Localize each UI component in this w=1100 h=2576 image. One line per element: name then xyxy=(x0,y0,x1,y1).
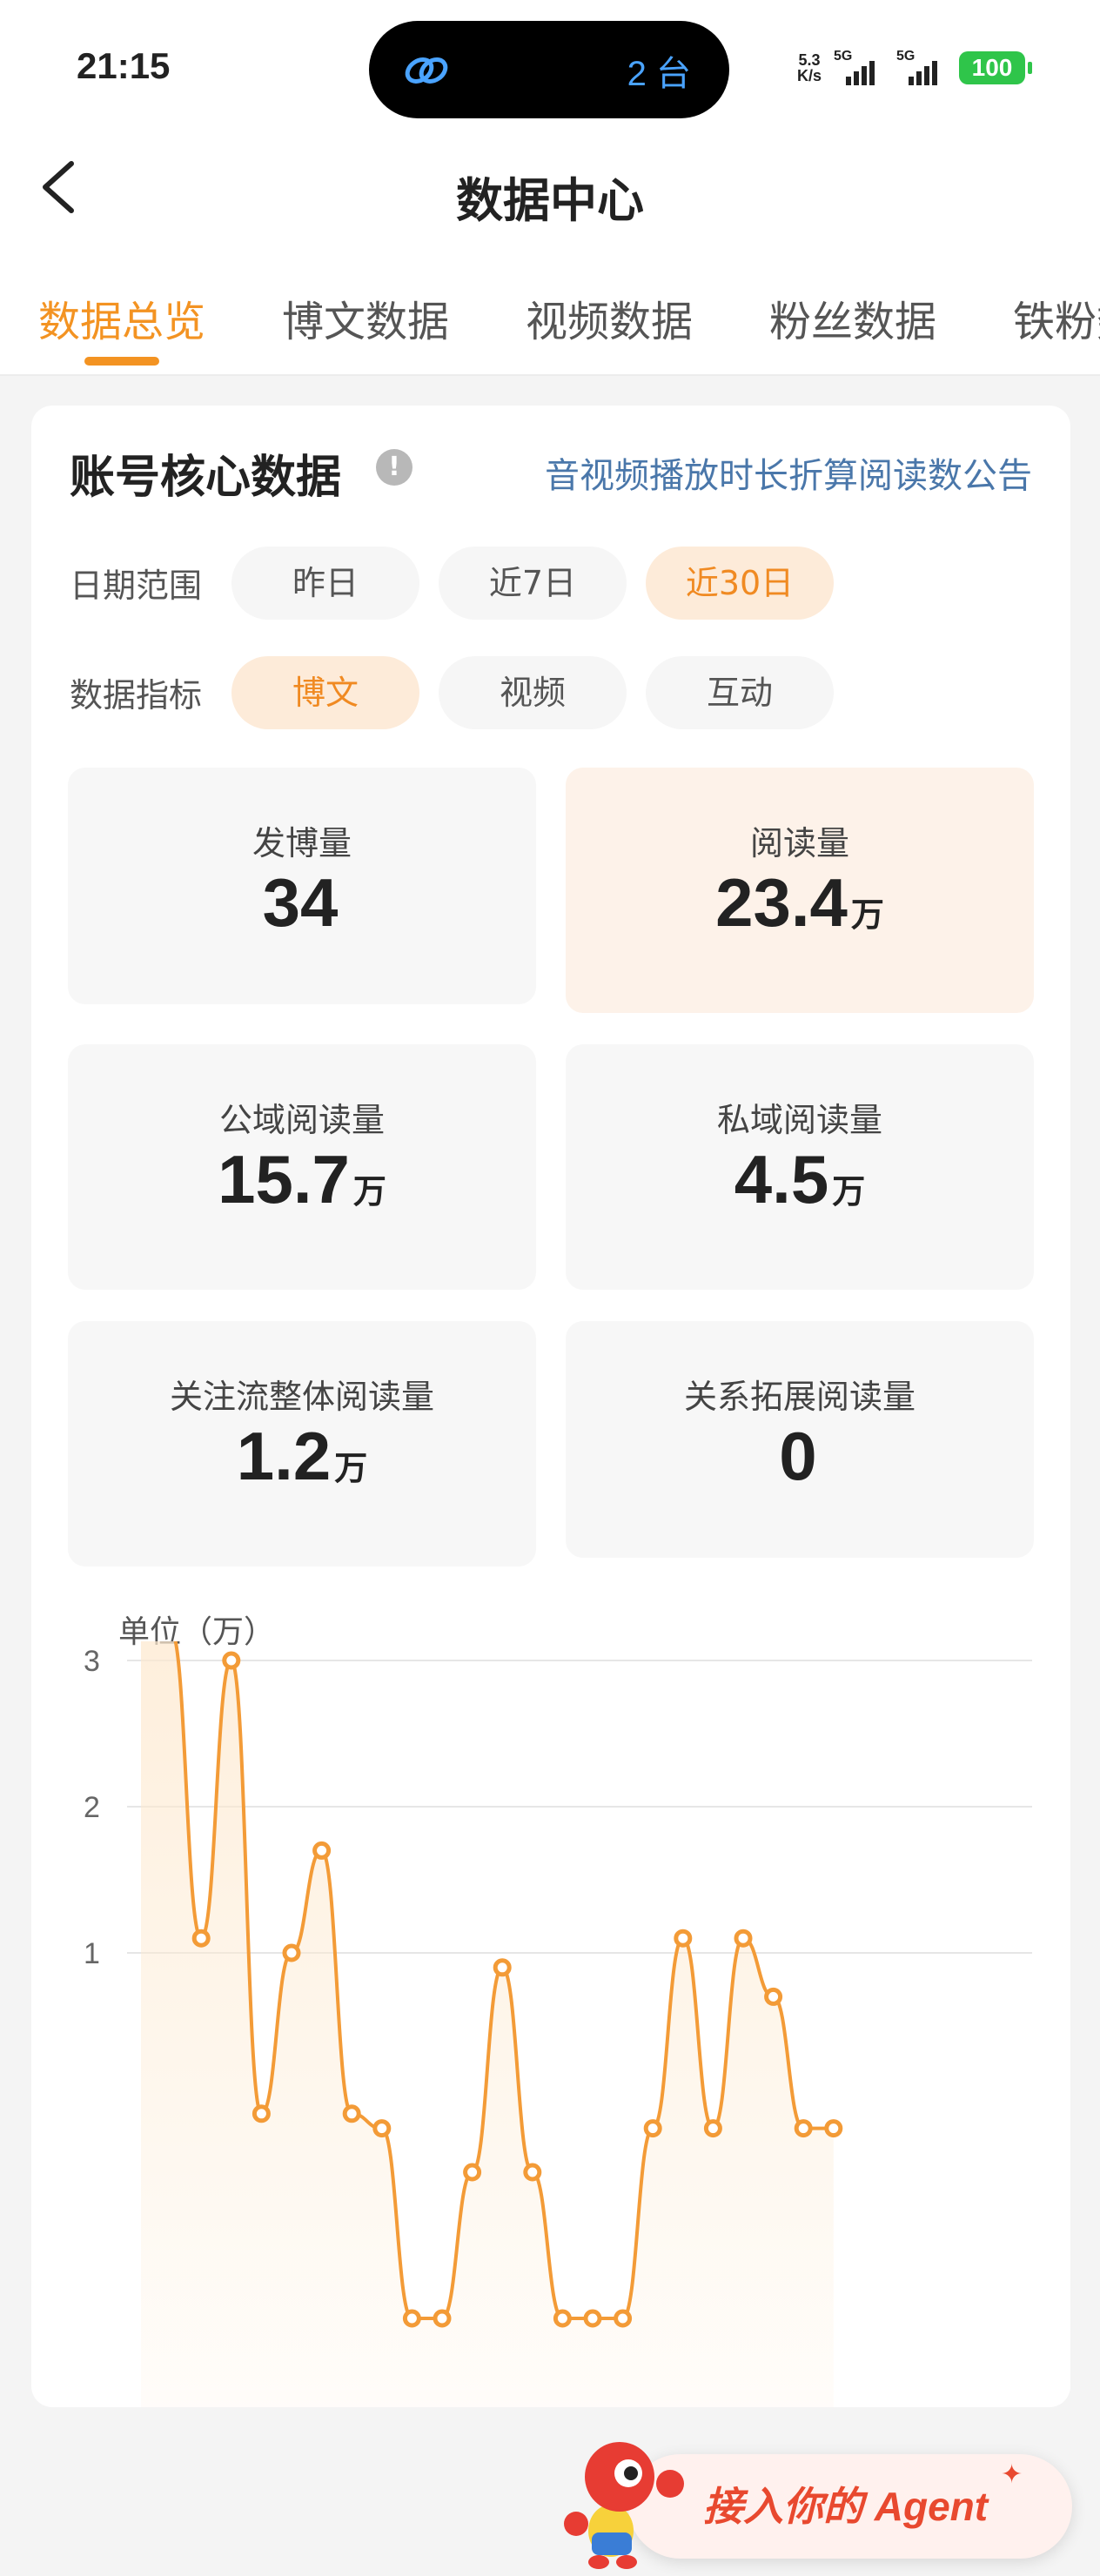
active-tab-indicator xyxy=(84,357,159,366)
metric-value: 0 xyxy=(566,1417,1034,1496)
tab-fans-data[interactable]: 粉丝数据 xyxy=(769,287,936,348)
metric-chip-video[interactable]: 视频 xyxy=(439,656,627,729)
tab-bar: 数据总览 博文数据 视频数据 粉丝数据 铁粉数据 xyxy=(0,244,1100,376)
data-point[interactable] xyxy=(824,2119,843,2138)
metric-card-posts[interactable]: 发博量 34 xyxy=(68,768,536,1004)
data-point[interactable] xyxy=(282,1943,301,1962)
metric-card-follow-feed-reads[interactable]: 关注流整体阅读量 1.2 万 xyxy=(68,1321,536,1566)
data-point[interactable] xyxy=(312,1841,332,1860)
metric-number: 15.7 xyxy=(218,1141,350,1218)
system-indicators: 5.3 K/s 5G 5G 100 xyxy=(797,49,1032,87)
data-point[interactable] xyxy=(764,1987,783,2006)
data-point[interactable] xyxy=(342,2104,361,2123)
agent-entry-button[interactable]: 接入你的 Agent ✦ xyxy=(559,2428,1072,2569)
metric-number: 23.4 xyxy=(715,864,848,941)
signal-type-label: 5G xyxy=(834,49,853,64)
metric-number: 34 xyxy=(262,864,339,941)
agent-label: 接入你的 Agent xyxy=(703,2484,989,2529)
info-icon[interactable]: ! xyxy=(376,449,412,486)
metric-value: 34 xyxy=(68,863,536,943)
signal-icon: 5G xyxy=(896,49,947,85)
signal-type-label: 5G xyxy=(896,49,916,64)
metric-card-public-reads[interactable]: 公域阅读量 15.7 万 xyxy=(68,1044,536,1290)
date-chip-7days[interactable]: 近7日 xyxy=(439,547,627,620)
sparkle-icon: ✦ xyxy=(1001,2459,1023,2490)
metric-card-reads[interactable]: 阅读量 23.4 万 xyxy=(566,768,1034,1013)
metric-number: 0 xyxy=(779,1418,817,1494)
data-point[interactable] xyxy=(463,2163,482,2182)
metric-unit: 万 xyxy=(832,1174,866,1211)
data-point[interactable] xyxy=(433,2309,452,2328)
date-range-label: 日期范围 xyxy=(70,567,203,605)
data-point[interactable] xyxy=(794,2119,813,2138)
net-speed-unit: K/s xyxy=(796,67,822,84)
metric-value: 23.4 万 xyxy=(566,863,1034,943)
metric-unit: 万 xyxy=(850,897,884,934)
metric-label: 公域阅读量 xyxy=(218,1101,385,1139)
data-point[interactable] xyxy=(734,1929,753,1948)
tab-iron-fans-data[interactable]: 铁粉数据 xyxy=(1013,287,1100,348)
battery-icon: 100 xyxy=(959,51,1032,84)
net-speed-value: 5.3 xyxy=(798,51,821,69)
data-point[interactable] xyxy=(674,1929,693,1948)
metric-card-private-reads[interactable]: 私域阅读量 4.5 万 xyxy=(566,1044,1034,1290)
status-bar: 21:15 2 台 5.3 K/s 5G 5G 100 xyxy=(0,0,1100,131)
metric-label: 阅读量 xyxy=(749,824,849,862)
metric-label: 关注流整体阅读量 xyxy=(169,1378,434,1416)
metric-chip-posts[interactable]: 博文 xyxy=(231,656,419,729)
metric-value: 4.5 万 xyxy=(566,1140,1034,1219)
net-speed: 5.3 K/s xyxy=(797,52,822,84)
data-point[interactable] xyxy=(493,1958,512,1977)
metric-type-label: 数据指标 xyxy=(70,676,203,714)
notice-link[interactable]: 音视频播放时长折算阅读数公告 xyxy=(545,447,1032,498)
y-tick-label: 3 xyxy=(84,1645,100,1678)
data-point[interactable] xyxy=(523,2163,542,2182)
data-point[interactable] xyxy=(553,2309,572,2328)
metric-number: 4.5 xyxy=(734,1141,829,1218)
core-data-card: 账号核心数据 ! 音视频播放时长折算阅读数公告 日期范围 昨日 近7日 近30日… xyxy=(31,406,1072,2569)
data-point[interactable] xyxy=(402,2309,421,2328)
data-point[interactable] xyxy=(372,2119,392,2138)
mascot-icon xyxy=(564,2442,684,2569)
metric-label: 关系拓展阅读量 xyxy=(683,1378,916,1416)
metric-label: 发博量 xyxy=(252,824,352,862)
tab-overview[interactable]: 数据总览 xyxy=(38,287,205,348)
tab-video-data[interactable]: 视频数据 xyxy=(526,287,693,348)
trend-chart[interactable]: 54321 xyxy=(31,1641,1070,2407)
y-tick-label: 2 xyxy=(84,1791,100,1824)
metric-chip-interaction[interactable]: 互动 xyxy=(646,656,834,729)
data-point[interactable] xyxy=(583,2309,602,2328)
device-link-icon xyxy=(405,57,448,84)
metric-number: 1.2 xyxy=(236,1418,332,1494)
metric-value: 15.7 万 xyxy=(68,1140,536,1219)
data-point[interactable] xyxy=(191,1929,211,1948)
connected-devices-count: 2 台 xyxy=(627,55,691,93)
data-point[interactable] xyxy=(252,2104,271,2123)
tab-post-data[interactable]: 博文数据 xyxy=(282,287,449,348)
data-point[interactable] xyxy=(643,2119,662,2138)
metric-card-relation-reads[interactable]: 关系拓展阅读量 0 xyxy=(566,1321,1034,1558)
card-title: 账号核心数据 xyxy=(70,452,342,504)
metric-unit: 万 xyxy=(334,1451,368,1487)
nav-bar: 数据中心 xyxy=(0,131,1100,244)
page-title: 数据中心 xyxy=(456,173,644,228)
date-chip-yesterday[interactable]: 昨日 xyxy=(231,547,419,620)
metric-value: 1.2 万 xyxy=(68,1417,536,1496)
signal-icon: 5G xyxy=(834,49,884,85)
metric-label: 私域阅读量 xyxy=(716,1101,882,1139)
data-point[interactable] xyxy=(703,2119,722,2138)
dynamic-island[interactable]: 2 台 xyxy=(369,21,729,118)
y-tick-label: 1 xyxy=(84,1937,100,1970)
data-point[interactable] xyxy=(614,2309,633,2328)
metric-unit: 万 xyxy=(352,1174,386,1211)
data-point[interactable] xyxy=(222,1651,241,1670)
status-time: 21:15 xyxy=(77,45,171,86)
date-chip-30days[interactable]: 近30日 xyxy=(646,547,834,620)
